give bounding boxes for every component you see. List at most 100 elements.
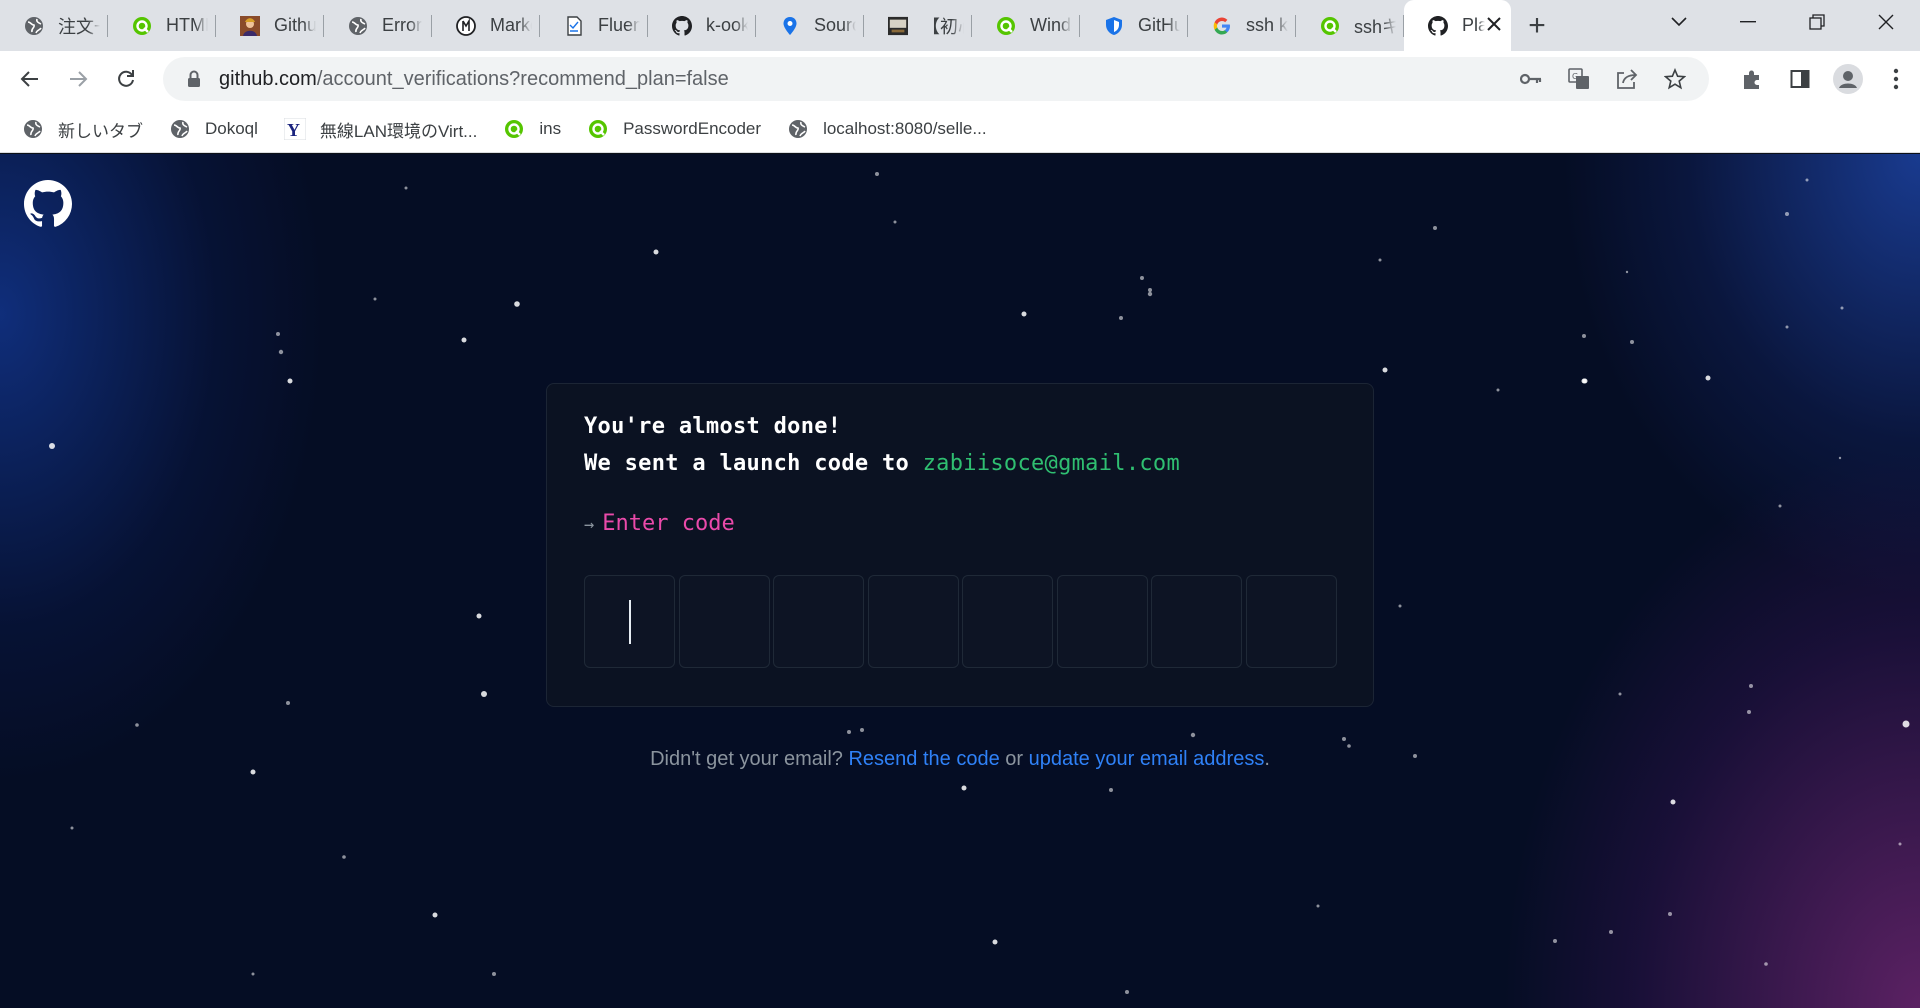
text-cursor (629, 600, 631, 644)
back-arrow-icon (20, 70, 38, 87)
browser-tab[interactable]: Fluent (540, 0, 648, 51)
tab-title: sshキー (1354, 16, 1396, 37)
back-button[interactable] (8, 57, 52, 101)
tab-active[interactable]: Pla (1404, 0, 1511, 51)
code-digit-input[interactable] (678, 575, 770, 668)
resend-prefix: Didn't get your email? (650, 748, 843, 770)
browser-tab[interactable]: ssh ke (1188, 0, 1296, 51)
menu-kebab-icon[interactable] (1872, 51, 1920, 106)
browser-tab[interactable]: Source (756, 0, 864, 51)
bookmark-star-icon[interactable] (1651, 57, 1699, 101)
update-email-link[interactable]: update your email address (1029, 748, 1265, 770)
tab-title: Source (814, 15, 856, 35)
browser-tab[interactable]: Markd (432, 0, 540, 51)
browser-tab[interactable]: GitHu (1080, 0, 1188, 51)
share-icon[interactable] (1603, 57, 1651, 101)
document-icon (564, 15, 584, 36)
arrow-right-icon: → (584, 515, 595, 535)
avatar-icon (240, 15, 260, 36)
url-path: /account_verifications?recommend_plan=fa… (316, 67, 729, 90)
bookmark-label: Dokoql (205, 119, 258, 138)
window-controls (1644, 0, 1920, 44)
browser-tab[interactable]: 注文一 (0, 0, 108, 51)
globe-icon (787, 118, 809, 140)
browser-tab[interactable]: k-ook (648, 0, 756, 51)
close-window-button[interactable] (1851, 0, 1920, 44)
address-bar-actions: G (1507, 57, 1699, 101)
tab-title: Windo (1030, 15, 1072, 35)
yahoo-icon: Y (283, 118, 306, 140)
resend-or: or (1005, 748, 1024, 770)
tab-title: 注文一 (58, 16, 100, 37)
bookmark-item[interactable]: localhost:8080/selle... (787, 118, 987, 140)
launch-code-input-group (584, 575, 1339, 668)
code-digit-input[interactable] (1056, 575, 1148, 668)
bookmarks-bar: 新しいタブ Dokoql Y 無線LAN環境のVirt... ins PasswordEn… (0, 106, 1920, 153)
tab-title: GitHu (1138, 15, 1180, 35)
resend-code-link[interactable]: Resend the code (848, 748, 999, 770)
bookmark-item[interactable]: Y 無線LAN環境のVirt... (283, 117, 478, 142)
globe-icon (169, 118, 191, 140)
reload-button[interactable] (104, 57, 148, 101)
bookmark-item[interactable]: 新しいタブ (22, 117, 143, 142)
github-icon (672, 15, 692, 36)
extensions-puzzle-icon[interactable] (1728, 51, 1776, 106)
bookmark-label: 新しいタブ (58, 121, 143, 141)
browser-tab[interactable]: Windo (972, 0, 1080, 51)
tab-title: Fluent (598, 15, 640, 35)
code-digit-input[interactable] (1245, 575, 1337, 668)
browser-tab[interactable]: sshキー (1296, 0, 1404, 51)
tab-list: 注文一 HTML Github Error Markd Fluent k-ook Source… (0, 0, 1511, 51)
bookmark-label: 無線LAN環境のVirt... (319, 121, 478, 141)
resend-suffix: . (1264, 748, 1270, 770)
thumbnail-icon (888, 16, 908, 36)
url-text: github.com/account_verifications?recomme… (219, 68, 729, 91)
close-tab-icon[interactable] (1485, 14, 1503, 37)
card-heading: You're almost done! (584, 414, 842, 439)
address-bar[interactable]: github.com/account_verifications?recomme… (163, 57, 1709, 101)
code-digit-input[interactable] (867, 575, 959, 668)
enter-code-prompt: → Enter code (584, 511, 735, 536)
bookmark-item[interactable]: ins (503, 118, 561, 140)
bookmark-item[interactable]: PasswordEncoder (587, 118, 761, 140)
bookmark-label: localhost:8080/selle... (823, 119, 987, 138)
markdown-icon (456, 15, 476, 36)
github-logo-icon[interactable] (24, 180, 72, 228)
email-address: zabiisoce@gmail.com (922, 451, 1180, 476)
browser-toolbar: github.com/account_verifications?recomme… (0, 51, 1920, 106)
tab-title: k-ook (706, 15, 748, 35)
browser-tab[interactable]: 【初心 (864, 0, 972, 51)
translate-icon[interactable]: G (1555, 57, 1603, 101)
resend-note: Didn't get your email? Resend the code o… (0, 748, 1920, 771)
profile-avatar-icon[interactable] (1824, 51, 1872, 106)
globe-icon (348, 16, 368, 36)
tab-title: Github (274, 15, 316, 35)
lock-icon[interactable] (183, 70, 205, 88)
browser-tab[interactable]: Github (216, 0, 324, 51)
tab-search-icon[interactable] (1644, 0, 1713, 44)
enter-code-label: Enter code (602, 511, 735, 536)
minimize-button[interactable] (1713, 0, 1782, 44)
restore-button[interactable] (1782, 0, 1851, 44)
code-digit-input[interactable] (1151, 575, 1242, 668)
toolbar-actions (1728, 51, 1920, 106)
code-digit-input[interactable] (773, 575, 864, 668)
code-digit-input[interactable] (962, 575, 1053, 668)
side-panel-icon[interactable] (1776, 51, 1824, 106)
bookmark-item[interactable]: Dokoql (169, 118, 258, 140)
bookmark-label: ins (539, 119, 562, 138)
browser-tab[interactable]: HTML (108, 0, 216, 51)
tab-title: HTML (166, 15, 208, 35)
github-icon (1428, 15, 1448, 36)
tab-strip: 注文一 HTML Github Error Markd Fluent k-ook Source… (0, 0, 1920, 51)
password-key-icon[interactable] (1507, 57, 1555, 101)
browser-tab[interactable]: Error (324, 0, 432, 51)
forward-button[interactable] (56, 57, 100, 101)
sent-code-message: We sent a launch code to zabiisoce@gmail… (584, 451, 1180, 476)
new-tab-button[interactable]: + (1513, 0, 1561, 51)
forward-arrow-icon (70, 70, 88, 87)
code-digit-input[interactable] (584, 575, 675, 668)
reload-icon (118, 69, 134, 87)
bookmark-label: PasswordEncoder (623, 119, 762, 138)
page-content: You're almost done! We sent a launch cod… (0, 154, 1920, 1008)
